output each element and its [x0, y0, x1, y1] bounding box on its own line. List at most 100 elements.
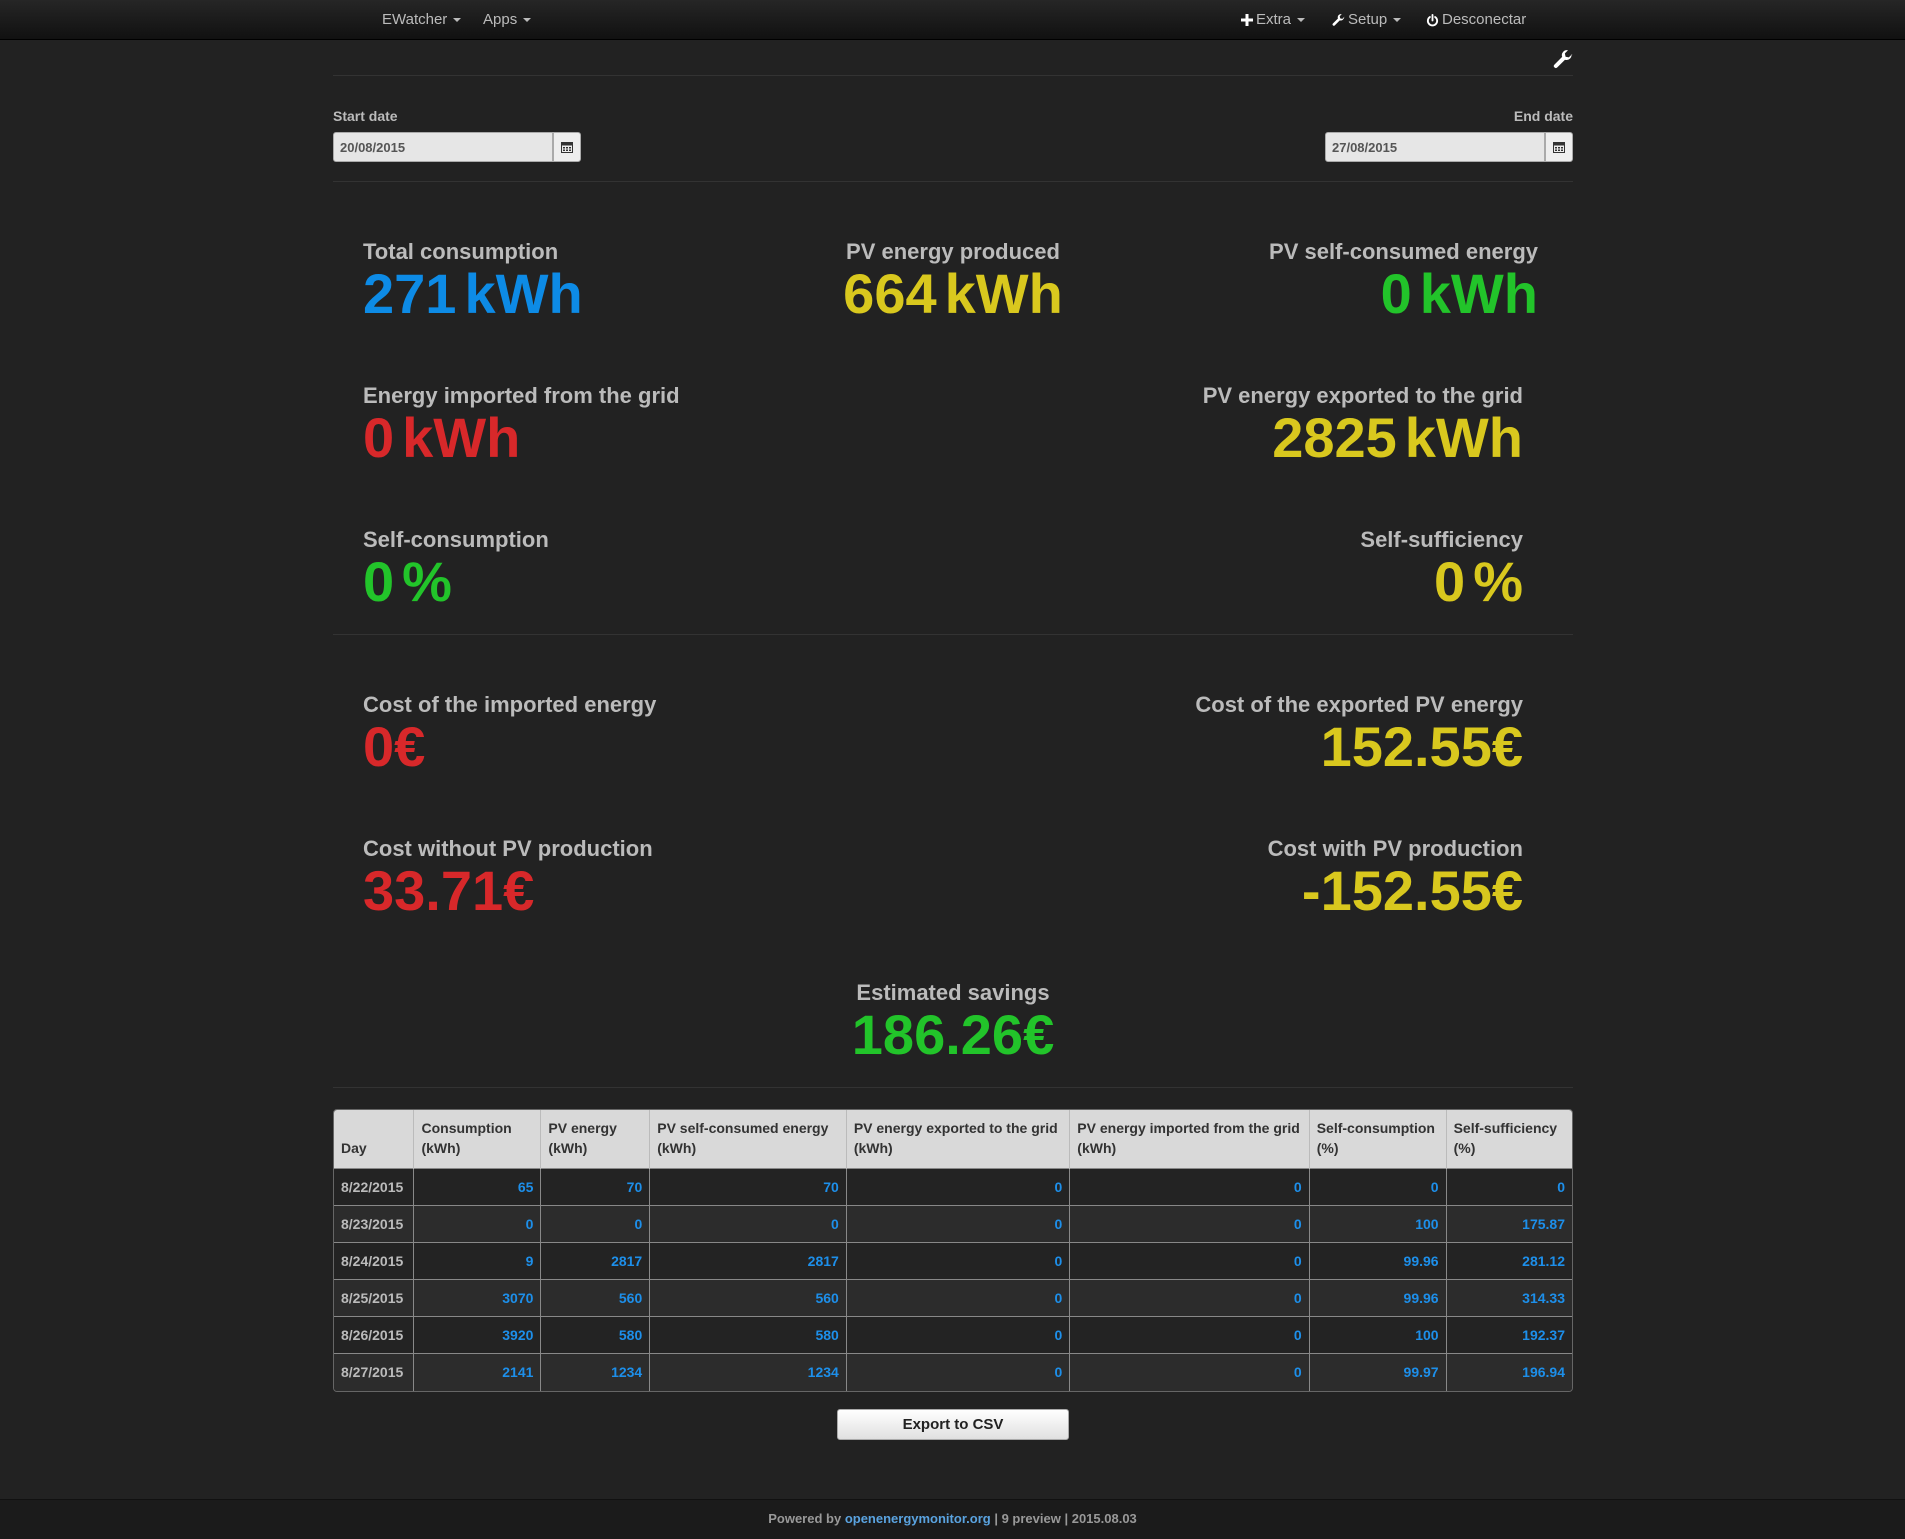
footer: Powered by openenergymonitor.org | 9 pre… — [0, 1499, 1905, 1539]
stat-value: 271 kWh — [363, 262, 583, 325]
nav-logout-label: Desconectar — [1442, 11, 1527, 28]
table-row: 8/25/2015 3070 560 560 0 0 99.96 314.33 — [334, 1279, 1572, 1317]
table-cell: 0 — [649, 1205, 847, 1243]
table-cell: 0 — [845, 1242, 1070, 1280]
nav-ewatcher-label: EWatcher — [382, 11, 448, 28]
stat-value: -152.55€ — [1301, 859, 1523, 922]
footer-link[interactable]: openenergymonitor.org — [845, 1511, 991, 1526]
end-date-label: End date — [1513, 108, 1573, 124]
table-cell: 0 — [845, 1316, 1070, 1354]
column-header[interactable]: PV energy (kWh) — [540, 1110, 650, 1169]
start-date-calendar-button[interactable] — [553, 132, 581, 162]
table-cell: 0 — [845, 1279, 1070, 1317]
divider — [333, 181, 1573, 182]
divider — [333, 634, 1573, 635]
stat-pv-exported: PV energy exported to the grid 2825 kWh — [1203, 383, 1523, 467]
column-header[interactable]: Self-consumption (%) — [1308, 1110, 1447, 1169]
table-header-row: Day Consumption (kWh) PV energy (kWh) PV s… — [334, 1110, 1572, 1169]
end-date-calendar-button[interactable] — [1545, 132, 1573, 162]
nav-apps-label: Apps — [483, 11, 518, 28]
nav-apps-menu[interactable]: Apps — [483, 0, 532, 40]
table-cell: 0 — [845, 1168, 1070, 1206]
table-cell: 196.94 — [1445, 1353, 1572, 1391]
table-cell: 0 — [1069, 1205, 1310, 1243]
table-cell-day: 8/27/2015 — [334, 1353, 414, 1391]
stat-self-consumption: Self-consumption 0% — [363, 527, 549, 611]
stat-savings: Estimated savings 186.26€ — [753, 980, 1153, 1064]
column-header[interactable]: Consumption (kWh) — [413, 1110, 541, 1169]
table-cell: 281.12 — [1445, 1242, 1572, 1280]
wrench-icon[interactable] — [1553, 50, 1573, 70]
nav-setup-label: Setup — [1348, 11, 1388, 28]
table-cell-day: 8/24/2015 — [334, 1242, 414, 1280]
stat-pv-self-consumed: PV self-consumed energy 0 kWh — [1269, 239, 1538, 323]
stat-value: 0 kWh — [363, 406, 521, 469]
table-cell: 2141 — [413, 1353, 541, 1391]
column-header[interactable]: PV self-consumed energy (kWh) — [649, 1110, 847, 1169]
column-header[interactable]: Self-sufficiency (%) — [1445, 1110, 1572, 1169]
table-cell: 0 — [1445, 1168, 1572, 1206]
stat-cost-imported: Cost of the imported energy 0€ — [363, 692, 656, 776]
stat-value: 2825 kWh — [1272, 406, 1523, 469]
stat-pv-produced: PV energy produced 664 kWh — [753, 239, 1153, 323]
divider — [333, 75, 1573, 76]
nav-ewatcher-menu[interactable]: EWatcher — [382, 0, 462, 40]
column-header[interactable]: Day — [334, 1110, 414, 1169]
table-cell-day: 8/22/2015 — [334, 1168, 414, 1206]
stat-value: 0 kWh — [1380, 262, 1538, 325]
table-cell: 0 — [845, 1353, 1070, 1391]
table-cell: 2817 — [540, 1242, 650, 1280]
stat-self-sufficiency: Self-sufficiency 0% — [1360, 527, 1523, 611]
table-cell: 0 — [540, 1205, 650, 1243]
start-date-input[interactable] — [333, 132, 553, 162]
table-cell: 192.37 — [1445, 1316, 1572, 1354]
export-csv-button[interactable]: Export to CSV — [837, 1409, 1069, 1440]
calendar-icon — [1553, 142, 1565, 153]
column-header[interactable]: PV energy imported from the grid (kWh) — [1069, 1110, 1310, 1169]
table-cell: 0 — [1069, 1316, 1310, 1354]
end-date-input[interactable] — [1325, 132, 1545, 162]
navbar: EWatcher Apps Extra Setup Desconectar — [0, 0, 1905, 40]
stat-value: 0€ — [363, 715, 426, 778]
table-cell-day: 8/25/2015 — [334, 1279, 414, 1317]
table-cell: 3070 — [413, 1279, 541, 1317]
table-cell: 2817 — [649, 1242, 847, 1280]
stat-cost-with-pv: Cost with PV production -152.55€ — [1268, 836, 1523, 920]
table-cell: 314.33 — [1445, 1279, 1572, 1317]
table-cell: 9 — [413, 1242, 541, 1280]
table-cell: 70 — [649, 1168, 847, 1206]
stat-value: 152.55€ — [1320, 715, 1523, 778]
nav-logout-link[interactable]: Desconectar — [1426, 0, 1526, 40]
stat-grid-imported: Energy imported from the grid 0 kWh — [363, 383, 680, 467]
column-header[interactable]: PV energy exported to the grid (kWh) — [845, 1110, 1070, 1169]
daily-data-table: Day Consumption (kWh) PV energy (kWh) PV s… — [333, 1109, 1573, 1392]
nav-extra-menu[interactable]: Extra — [1241, 0, 1306, 40]
table-cell: 560 — [540, 1279, 650, 1317]
caret-down-icon — [523, 18, 532, 23]
wrench-icon — [1332, 13, 1345, 26]
start-date-picker — [333, 132, 581, 162]
table-cell: 99.96 — [1308, 1242, 1447, 1280]
table-cell: 0 — [845, 1205, 1070, 1243]
table-cell: 3920 — [413, 1316, 541, 1354]
table-cell: 99.97 — [1308, 1353, 1447, 1391]
caret-down-icon — [1297, 18, 1306, 23]
table-cell: 580 — [649, 1316, 847, 1354]
stat-value: 186.26€ — [851, 1003, 1055, 1066]
stat-value: 664 kWh — [843, 262, 1063, 325]
nav-setup-menu[interactable]: Setup — [1332, 0, 1402, 40]
footer-prefix: Powered by — [768, 1511, 842, 1526]
table-row: 8/24/2015 9 2817 2817 0 0 99.96 281.12 — [334, 1242, 1572, 1280]
table-cell: 0 — [1069, 1242, 1310, 1280]
calendar-icon — [561, 142, 573, 153]
table-cell: 0 — [413, 1205, 541, 1243]
caret-down-icon — [1393, 18, 1402, 23]
stat-value: 33.71€ — [363, 859, 535, 922]
table-cell: 0 — [1069, 1279, 1310, 1317]
stat-value: 0% — [363, 550, 452, 613]
table-cell: 65 — [413, 1168, 541, 1206]
divider — [333, 1087, 1573, 1088]
stat-cost-exported: Cost of the exported PV energy 152.55€ — [1195, 692, 1523, 776]
nav-extra-label: Extra — [1256, 11, 1292, 28]
stat-total-consumption: Total consumption 271 kWh — [363, 239, 583, 323]
